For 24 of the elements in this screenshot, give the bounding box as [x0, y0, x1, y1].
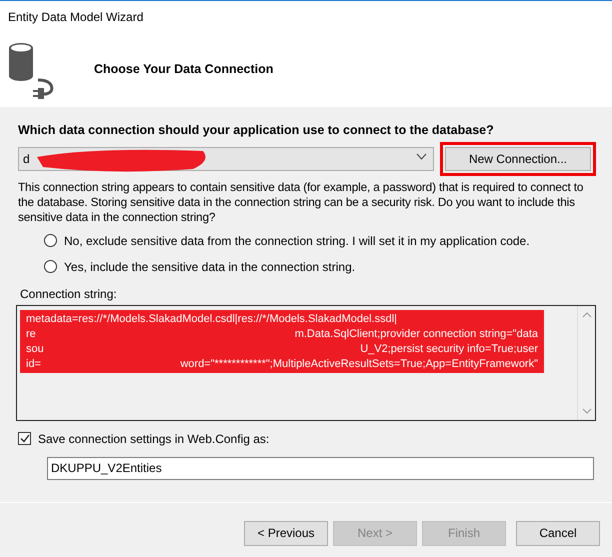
new-connection-button[interactable]: New Connection...	[445, 146, 591, 171]
name-field[interactable]: DKUPPU_V2Entities	[47, 456, 594, 480]
radio-button[interactable]	[44, 234, 57, 248]
connection-string-text: U_V2;persist security info=True;user	[360, 342, 538, 357]
connection-string-text: m.Data.SqlClient;provider connection string="data	[294, 326, 538, 342]
connection-string-text: word="************";MultipleActiveResultSets=True;App=EntityFramework"	[180, 356, 538, 372]
radio-label: Yes, include the sensitive data in the connection string.	[64, 258, 356, 276]
wizard-button[interactable]: < Previous	[244, 520, 328, 546]
page-heading: Choose Your Data Connection	[94, 60, 274, 78]
connection-string-text: metadata=res://*/Models.SlakadModel.csdl|res://*/Models.SlakadModel.ssdl|	[26, 312, 398, 327]
connection-dropdown[interactable]: d	[18, 146, 434, 171]
question-text: Which data connection should your application use to connect to the database?	[18, 122, 494, 139]
connection-string-text: sou	[26, 342, 44, 357]
connection-string-text: re	[26, 326, 36, 342]
dropdown-caret-icon	[416, 152, 427, 161]
warning-text: This connection string appears to contain sensitive data (for example, a password) that is required to connect to the database. Storing sensitive data in the connection string can be a security risk. Do you want to include this sensitive data in the connection string?	[18, 180, 584, 225]
checkbox[interactable]	[18, 432, 31, 446]
window-title: Entity Data Model Wizard	[7, 9, 144, 26]
radio-label: No, exclude sensitive data from the connection string. I will set it in my application code.	[64, 232, 530, 250]
field-label: Connection string:	[20, 286, 117, 303]
radio-button[interactable]	[44, 260, 57, 274]
checkbox-label: Save connection settings in Web.Config as:	[38, 430, 270, 448]
wizard-button[interactable]: Cancel	[516, 520, 600, 546]
connection-string-text: id=	[26, 356, 41, 372]
